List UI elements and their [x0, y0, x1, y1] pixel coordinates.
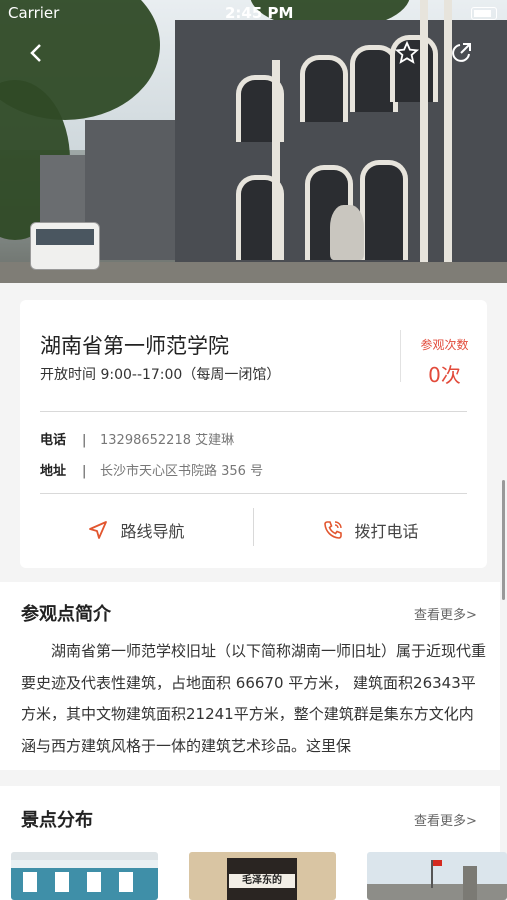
- intro-text: 湖南省第一师范学校旧址（以下简称湖南一师旧址）属于近现代重要史迹及代表性建筑，占…: [21, 636, 487, 762]
- spot-thumbnail[interactable]: [11, 852, 158, 900]
- visit-count-value: 0次: [428, 363, 461, 387]
- spots-title: 景点分布: [21, 810, 93, 831]
- chevron-left-icon: [30, 44, 41, 62]
- place-title: 湖南省第一师范学院: [40, 334, 229, 358]
- navigation-arrow-icon: [89, 521, 108, 539]
- clock: 2:45 PM: [225, 4, 294, 22]
- phone-icon: [324, 521, 343, 539]
- phone-label: 电话: [40, 433, 67, 448]
- scrollbar[interactable]: [502, 480, 505, 600]
- hero-photo: [0, 0, 507, 283]
- opening-hours: 开放时间 9:00--17:00（每周一闭馆）: [40, 367, 281, 383]
- statue: [330, 205, 364, 260]
- share-icon: [452, 43, 471, 62]
- intro-more-link[interactable]: 查看更多>: [414, 604, 477, 623]
- navigate-button[interactable]: 路线导航: [20, 508, 253, 552]
- favorite-button[interactable]: [390, 36, 424, 70]
- divider: [40, 493, 467, 494]
- intro-title: 参观点简介: [21, 604, 111, 625]
- phone-row[interactable]: 电话 | 13298652218 艾建琳: [40, 429, 234, 448]
- navigate-label: 路线导航: [120, 522, 185, 541]
- intro-section: 参观点简介 查看更多> 湖南省第一师范学校旧址（以下简称湖南一师旧址）属于近现代…: [0, 582, 500, 770]
- divider: [40, 411, 467, 412]
- address-label: 地址: [40, 464, 67, 479]
- intro-paragraph: 湖南省第一师范学校旧址（以下简称湖南一师旧址）属于近现代重要史迹及代表性建筑，占…: [21, 642, 487, 755]
- spots-more-link[interactable]: 查看更多>: [414, 810, 477, 829]
- battery-icon: [471, 7, 497, 20]
- back-button[interactable]: [20, 36, 54, 70]
- bus: [30, 222, 100, 270]
- visit-count-label: 参观次数: [420, 338, 469, 352]
- status-bar: Carrier 2:45 PM: [0, 4, 507, 26]
- call-button[interactable]: 拨打电话: [254, 508, 487, 552]
- spot-sign: 毛泽东的: [229, 874, 295, 888]
- separator: |: [82, 464, 87, 479]
- separator: |: [82, 433, 87, 448]
- info-card: 湖南省第一师范学院 开放时间 9:00--17:00（每周一闭馆） 参观次数 0…: [20, 300, 487, 568]
- address-value: 长沙市天心区书院路 356 号: [100, 464, 264, 479]
- phone-value: 13298652218 艾建琳: [100, 433, 235, 448]
- carrier-label: Carrier: [8, 4, 60, 22]
- address-row: 地址 | 长沙市天心区书院路 356 号: [40, 460, 263, 479]
- call-label: 拨打电话: [354, 522, 419, 541]
- star-icon: [395, 41, 419, 64]
- share-button[interactable]: [444, 36, 478, 70]
- spot-thumbnail[interactable]: 毛泽东的: [189, 852, 336, 900]
- spot-thumbnail[interactable]: [367, 852, 507, 900]
- visit-count: 参观次数 0次: [400, 330, 488, 387]
